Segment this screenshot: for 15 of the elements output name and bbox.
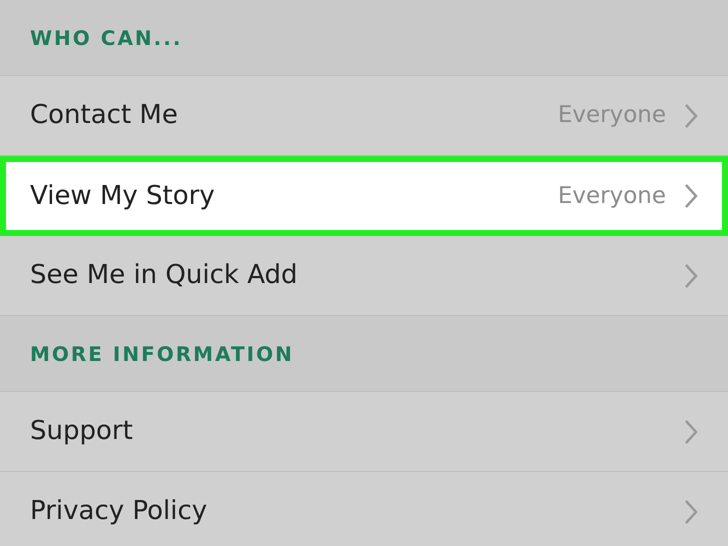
section-header: MORE INFORMATION <box>30 340 294 368</box>
section-header: WHO CAN... <box>30 24 182 52</box>
chevron-right-icon <box>684 262 698 288</box>
row-label: See Me in Quick Add <box>30 259 299 292</box>
row-label: View My Story <box>30 180 216 212</box>
chevron-right-icon <box>684 498 698 524</box>
chevron-right-icon <box>684 183 698 209</box>
row-value: Everyone <box>558 101 666 130</box>
chevron-right-icon <box>684 418 698 444</box>
row-value: Everyone <box>558 182 666 211</box>
settings-row[interactable]: View My Story Everyone <box>0 156 728 236</box>
row-label: Privacy Policy <box>30 495 208 528</box>
row-label: Contact Me <box>30 99 179 132</box>
chevron-right-icon <box>684 102 698 128</box>
row-label: Support <box>30 415 134 448</box>
